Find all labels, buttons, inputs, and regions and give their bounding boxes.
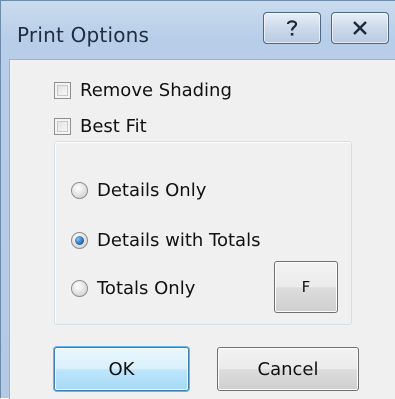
details-with-totals-radio[interactable] <box>71 232 88 249</box>
ok-button[interactable]: OK <box>54 347 189 391</box>
details-with-totals-option[interactable]: Details with Totals <box>71 230 260 251</box>
remove-shading-option[interactable]: Remove Shading <box>54 80 232 101</box>
font-button[interactable]: F <box>274 261 338 313</box>
remove-shading-checkbox[interactable] <box>54 82 71 99</box>
details-only-label: Details Only <box>97 180 207 201</box>
window-title: Print Options <box>17 23 150 47</box>
dialog-body: Remove Shading Best Fit Details Only Det… <box>9 59 395 399</box>
best-fit-option[interactable]: Best Fit <box>54 116 147 137</box>
cancel-button[interactable]: Cancel <box>217 347 359 391</box>
close-icon <box>353 21 367 35</box>
print-options-dialog: Print Options Remove Shading Best Fit De… <box>0 0 395 399</box>
close-button[interactable] <box>331 12 389 44</box>
details-only-option[interactable]: Details Only <box>71 180 206 201</box>
details-with-totals-label: Details with Totals <box>97 230 261 251</box>
totals-only-option[interactable]: Totals Only <box>71 278 195 299</box>
question-mark-icon <box>286 20 298 36</box>
remove-shading-label: Remove Shading <box>80 80 232 101</box>
best-fit-label: Best Fit <box>80 116 147 137</box>
help-button[interactable] <box>263 12 321 44</box>
totals-only-label: Totals Only <box>97 278 196 299</box>
totals-only-radio[interactable] <box>71 280 88 297</box>
details-only-radio[interactable] <box>71 182 88 199</box>
best-fit-checkbox[interactable] <box>54 118 71 135</box>
